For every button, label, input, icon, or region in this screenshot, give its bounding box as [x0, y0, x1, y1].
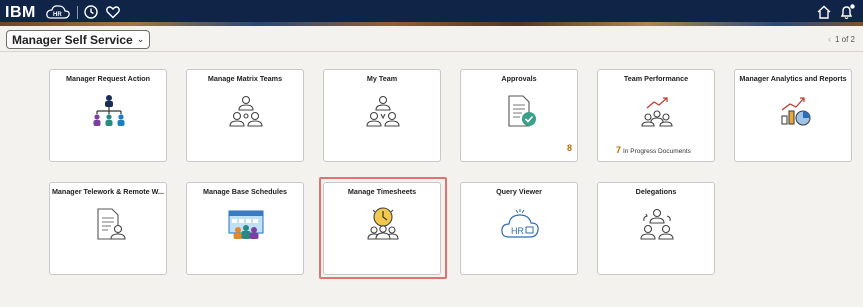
- banner-divider: [77, 6, 78, 19]
- tile-title: Manager Analytics and Reports: [739, 74, 847, 83]
- homepage-select-value: Manager Self Service: [12, 32, 133, 47]
- clock-icon[interactable]: [83, 4, 99, 20]
- tile-manager-analytics-reports[interactable]: Manager Analytics and Reports: [734, 69, 852, 162]
- matrix-team-icon: [229, 95, 263, 127]
- performance-chart-icon: [641, 97, 673, 127]
- tile-team-performance[interactable]: Team Performance 7 In Progress Documents: [597, 69, 715, 162]
- tile-my-team[interactable]: My Team: [323, 69, 441, 162]
- tile-title: Manager Telework & Remote W...: [51, 187, 165, 196]
- tile-query-viewer[interactable]: Query Viewer HR: [460, 182, 578, 275]
- selection-highlight: [319, 177, 447, 279]
- team-icon: [366, 95, 400, 127]
- calendar-team-icon: [228, 210, 264, 239]
- bell-icon[interactable]: [838, 3, 856, 21]
- dashboard-header: Manager Self Service ⌄ ‹ 1 of 2: [0, 26, 863, 52]
- tile-title: My Team: [366, 74, 398, 83]
- page-indicator: ‹ 1 of 2: [828, 34, 855, 44]
- top-banner: IBM HR: [0, 0, 863, 26]
- homepage-select[interactable]: Manager Self Service ⌄: [6, 30, 151, 49]
- hr-cloud-query-icon: HR: [501, 209, 539, 238]
- svg-text:HR: HR: [511, 226, 524, 236]
- tile-title: Delegations: [635, 187, 677, 196]
- tile-approvals[interactable]: Approvals 8: [460, 69, 578, 162]
- home-icon[interactable]: [816, 4, 832, 20]
- chevron-down-icon: ⌄: [136, 34, 145, 44]
- page-count: 1 of 2: [834, 34, 855, 44]
- heart-icon[interactable]: [105, 4, 121, 20]
- approvals-count-badge: 8: [566, 143, 572, 153]
- telework-document-icon: [97, 208, 126, 240]
- analytics-chart-icon: [781, 97, 811, 126]
- in-progress-documents[interactable]: 7 In Progress Documents: [616, 145, 691, 155]
- in-progress-count: 7: [616, 145, 622, 155]
- hr-cloud-icon[interactable]: HR: [45, 3, 71, 21]
- tile-manage-matrix-teams[interactable]: Manage Matrix Teams: [186, 69, 304, 162]
- org-chart-icon: [93, 95, 125, 126]
- svg-text:HR: HR: [53, 12, 62, 18]
- tile-manager-request-action[interactable]: Manager Request Action: [49, 69, 167, 162]
- tile-title: Team Performance: [623, 74, 689, 83]
- in-progress-label: In Progress Documents: [623, 148, 691, 155]
- ibm-logo: IBM: [5, 4, 36, 21]
- approval-document-icon: [508, 95, 536, 127]
- tile-title: Manage Matrix Teams: [207, 74, 283, 83]
- delegation-icon: [640, 208, 674, 240]
- tile-title: Manage Base Schedules: [203, 187, 287, 196]
- tile-delegations[interactable]: Delegations: [597, 182, 715, 275]
- tile-title: Approvals: [501, 74, 537, 83]
- tile-manage-base-schedules[interactable]: Manage Base Schedules: [186, 182, 304, 275]
- previous-page-icon[interactable]: ‹: [828, 34, 831, 44]
- tile-title: Manager Request Action: [66, 74, 150, 83]
- tile-manager-telework[interactable]: Manager Telework & Remote W...: [49, 182, 167, 275]
- tile-title: Query Viewer: [496, 187, 542, 196]
